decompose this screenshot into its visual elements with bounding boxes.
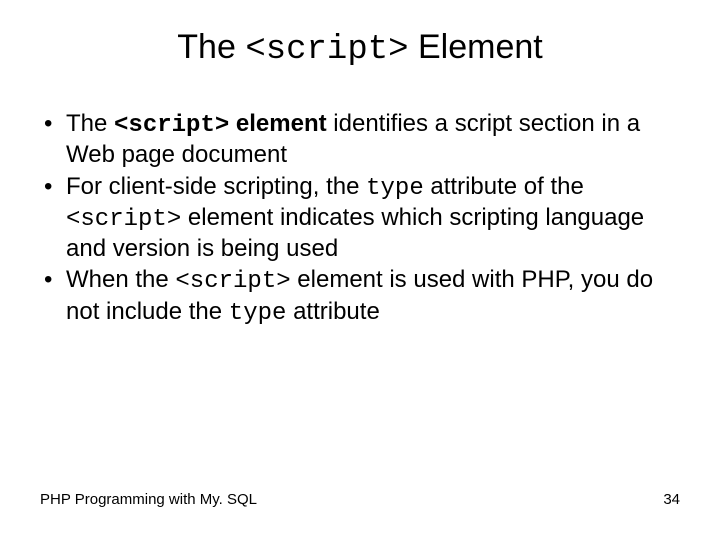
slide: The <script> Element The <script> elemen… [0,0,720,540]
text-segment: For client-side scripting, the [66,173,366,200]
text-segment: type [366,175,424,202]
slide-body: The <script> element identifies a script… [0,73,720,328]
text-segment: When the [66,266,175,293]
title-pre: The [177,28,245,66]
footer-left: PHP Programming with My. SQL [40,491,257,508]
slide-footer: PHP Programming with My. SQL 34 [40,491,680,508]
text-segment: attribute [286,298,379,325]
list-item: The <script> element identifies a script… [40,109,680,170]
list-item: For client-side scripting, the type attr… [40,172,680,264]
title-code: <script> [245,31,408,69]
footer-page-number: 34 [663,491,680,508]
bullet-list: The <script> element identifies a script… [40,109,680,328]
text-segment: type [229,300,287,327]
text-segment: <script> [66,206,181,233]
text-segment: attribute of the [424,173,584,200]
list-item: When the <script> element is used with P… [40,265,680,328]
text-segment: <script> [114,112,229,139]
text-segment: element [229,110,326,137]
text-segment: The [66,110,114,137]
text-segment: <script> [175,268,290,295]
title-post: Element [409,28,543,66]
slide-title: The <script> Element [0,0,720,73]
